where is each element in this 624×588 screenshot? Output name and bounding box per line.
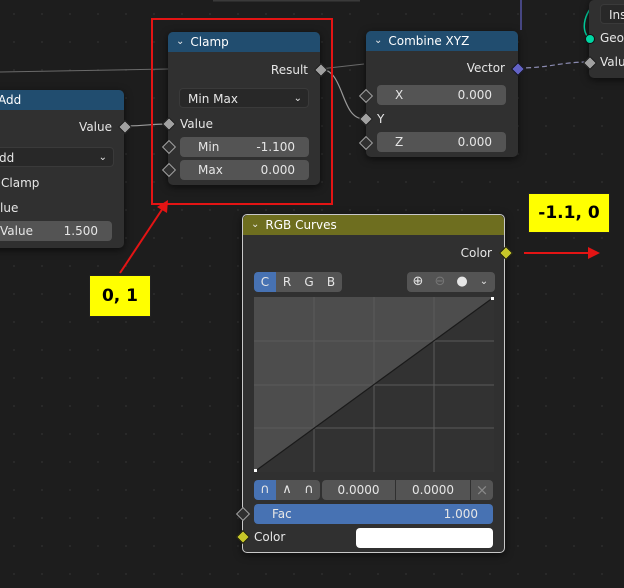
combine-xyz-z-label: Z	[395, 135, 404, 149]
combine-xyz-x-label: X	[395, 88, 404, 102]
curve-point-start	[254, 469, 257, 472]
tab-channel-r[interactable]: R	[276, 272, 298, 292]
partial-right-geo-label: Geo	[600, 31, 624, 45]
add-value-field[interactable]: Value 1.500	[0, 221, 112, 241]
zoom-in-icon[interactable]: ⊕	[407, 272, 429, 292]
point-y-field[interactable]: 0.0000	[396, 480, 470, 500]
zoom-out-icon[interactable]: ⊖	[429, 272, 451, 292]
annotation-highlight-box	[151, 18, 333, 205]
annotation-note-left: 0, 1	[89, 275, 151, 317]
combine-xyz-x-field[interactable]: X 0.000	[377, 85, 506, 105]
curve-graph[interactable]	[254, 297, 494, 472]
fac-value: 1.000	[443, 507, 478, 521]
combine-xyz-header[interactable]: ⌄ Combine XYZ	[366, 31, 518, 51]
combine-xyz-y-label: Y	[377, 112, 385, 126]
color-input-swatch[interactable]	[356, 528, 493, 548]
tab-channel-b[interactable]: B	[320, 272, 342, 292]
chevron-down-icon[interactable]: ⌄	[473, 272, 495, 292]
color-input-label: Color	[254, 530, 286, 544]
rgb-curves-node[interactable]: ⌄ RGB Curves Color C R G B ⊕ ⊖ ● ⌄ ∩ ∧ ∩…	[242, 214, 505, 553]
combine-xyz-x-value: 0.000	[457, 88, 492, 102]
tab-channel-g[interactable]: G	[298, 272, 320, 292]
chevron-down-icon: ⌄	[98, 152, 107, 163]
auto-handle-icon[interactable]: ∩	[254, 480, 276, 500]
combine-xyz-output-label: Vector	[466, 61, 505, 75]
fac-label: Fac	[272, 507, 292, 521]
link-vector-to-right	[517, 61, 590, 69]
rgb-curves-output-label: Color	[460, 246, 492, 260]
add-output-label: Value	[79, 120, 112, 134]
add-input-label: lue	[0, 201, 19, 215]
annotation-arrow-left	[119, 204, 166, 274]
add-value-field-label: Value	[0, 224, 33, 238]
add-node[interactable]: Add Value dd ⌄ Clamp lue Value 1.500	[0, 90, 124, 248]
annotation-arrow-right-head	[588, 247, 600, 259]
add-node-title: Add	[0, 93, 22, 107]
link-background-line	[0, 68, 169, 73]
annotation-note-right: -1.1, 0	[528, 193, 610, 233]
fac-slider[interactable]: Fac 1.000	[254, 504, 493, 524]
add-value-field-value: 1.500	[63, 224, 98, 238]
add-operation-dropdown[interactable]: dd ⌄	[0, 147, 114, 167]
partial-right-geometry-socket[interactable]	[585, 34, 595, 44]
vector-handle-icon[interactable]: ∧	[276, 480, 298, 500]
rgb-curves-title: RGB Curves	[265, 218, 337, 232]
partial-right-dropdown-value: Ins	[609, 8, 624, 22]
channel-tabs: C R G B	[254, 272, 342, 292]
partial-right-value-label: Valu	[600, 55, 624, 69]
add-clamp-label[interactable]: Clamp	[1, 173, 39, 193]
rgb-curves-header[interactable]: ⌄ RGB Curves	[243, 215, 504, 235]
combine-xyz-node[interactable]: ⌄ Combine XYZ Vector X 0.000 Y Z 0.000	[366, 31, 518, 157]
combine-xyz-title: Combine XYZ	[388, 34, 470, 48]
add-operation-value: dd	[0, 151, 15, 165]
point-x-field[interactable]: 0.0000	[322, 480, 395, 500]
clip-dot-icon[interactable]: ●	[451, 272, 473, 292]
collapse-chevron-icon[interactable]: ⌄	[251, 215, 259, 235]
curve-point-end	[491, 297, 494, 300]
collapse-chevron-icon[interactable]: ⌄	[374, 31, 382, 51]
combine-xyz-z-field[interactable]: Z 0.000	[377, 132, 506, 152]
auto-clamped-handle-icon[interactable]: ∩	[298, 480, 320, 500]
combine-xyz-z-value: 0.000	[457, 135, 492, 149]
tab-channel-c[interactable]: C	[254, 272, 276, 292]
add-node-header[interactable]: Add	[0, 90, 124, 110]
partial-right-dropdown[interactable]: Ins	[600, 4, 624, 24]
delete-point-icon[interactable]: ×	[471, 480, 493, 500]
